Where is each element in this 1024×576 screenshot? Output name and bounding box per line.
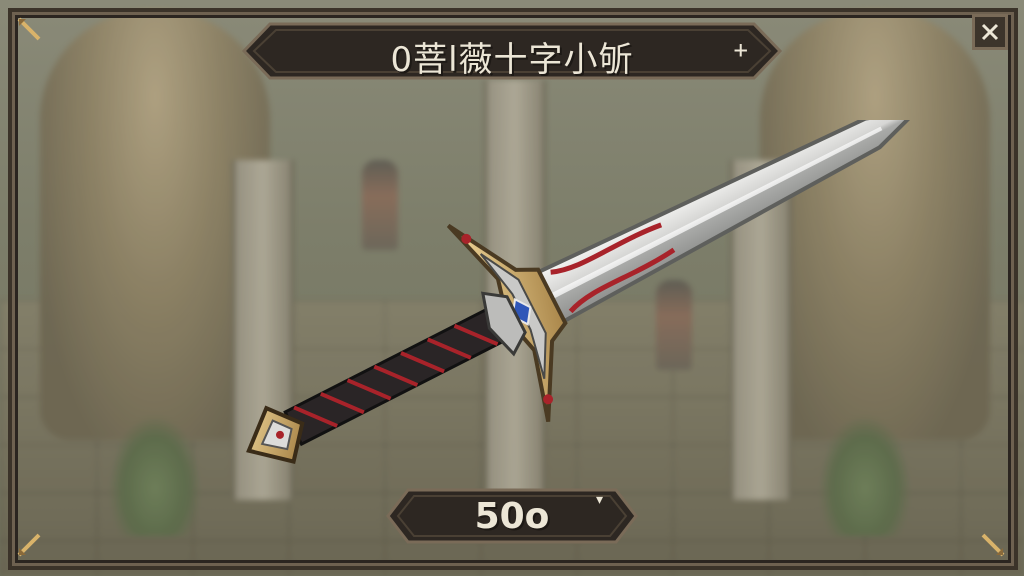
title-plus-icon: + [733, 36, 748, 64]
item-title-banner: 0菩l薇十字小斪 + [240, 20, 784, 82]
price-marker-icon: ▾ [596, 492, 604, 508]
corner-ornament-icon [14, 530, 44, 560]
item-name: 0菩l薇十字小斪 [390, 40, 634, 80]
corner-ornament-icon [978, 530, 1008, 560]
close-button[interactable] [972, 14, 1008, 50]
shop-item-screen: 0菩l薇十字小斪 + 50o ▾ [0, 0, 1024, 576]
close-icon [981, 23, 999, 41]
corner-ornament-icon [14, 14, 44, 44]
sword-icon [130, 107, 923, 480]
